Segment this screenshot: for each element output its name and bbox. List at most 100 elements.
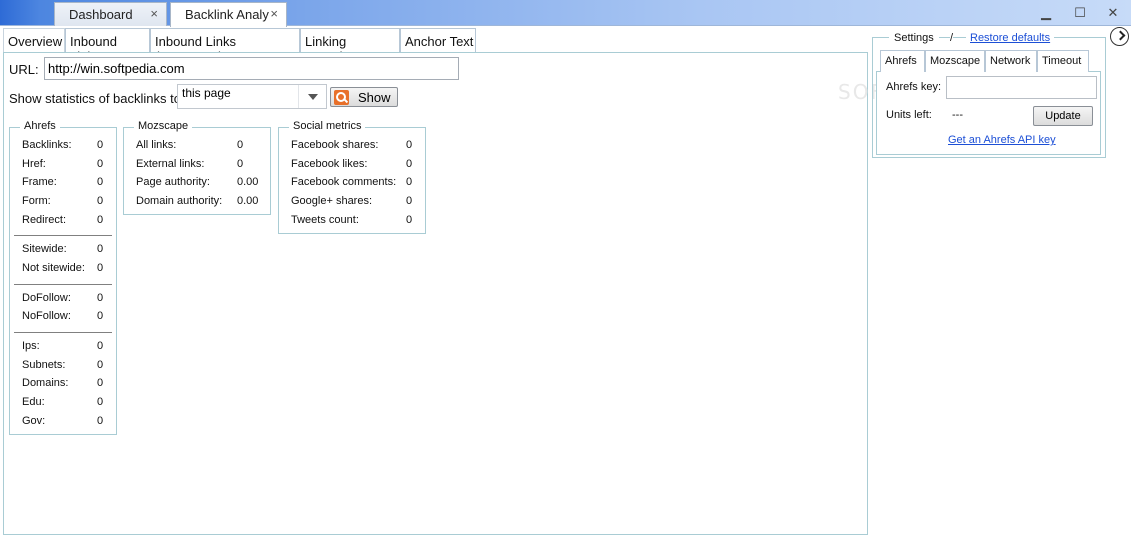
stat-row: NoFollow: — [22, 310, 71, 322]
divider — [14, 235, 112, 236]
search-icon — [334, 90, 349, 105]
stat-row: Backlinks: — [22, 139, 72, 151]
stat-value: 0 — [406, 195, 413, 207]
stat-label: Facebook comments: — [291, 176, 397, 188]
ahrefs-key-label: Ahrefs key: — [886, 81, 942, 93]
stat-row: Sitewide: — [22, 243, 67, 255]
tab-backlink-label: Backlink Analy — [185, 7, 269, 22]
minimize-icon[interactable]: ▁ — [1036, 5, 1056, 21]
stat-label: Facebook shares: — [291, 139, 379, 151]
stat-row: Frame: — [22, 176, 57, 188]
stat-value: 0 — [97, 396, 104, 408]
settings-title: Settings — [889, 32, 939, 44]
stats-target-value: this page — [182, 86, 231, 100]
settings-tab-timeout[interactable]: Timeout — [1037, 50, 1089, 72]
stat-value: 0 — [97, 262, 104, 274]
stat-label: Edu: — [22, 396, 45, 408]
stats-target-select[interactable]: this page — [177, 84, 327, 109]
divider — [14, 284, 112, 285]
stat-value: 0 — [97, 415, 104, 427]
stat-row: Edu: — [22, 396, 45, 408]
tab-dashboard-label: Dashboard — [69, 7, 133, 22]
settings-tab-network[interactable]: Network — [985, 50, 1037, 72]
tab-dashboard[interactable]: Dashboard × — [54, 2, 167, 26]
stat-row: Href: — [22, 158, 46, 170]
divider — [14, 332, 112, 333]
stat-label: Tweets count: — [291, 214, 359, 226]
stat-label: Redirect: — [22, 214, 67, 226]
stat-row: DoFollow: — [22, 292, 71, 304]
stat-value: 0 — [97, 243, 104, 255]
stat-row: Redirect: — [22, 214, 66, 226]
overview-panel — [3, 52, 868, 535]
url-label: URL: — [9, 62, 39, 77]
stat-label: Href: — [22, 158, 46, 170]
stat-value: 0 — [237, 139, 244, 151]
stat-row: Ips: — [22, 340, 40, 352]
get-api-key-link[interactable]: Get an Ahrefs API key — [948, 134, 1056, 146]
tab-overview[interactable]: Overview — [3, 28, 65, 53]
ahrefs-group-title: Ahrefs — [20, 120, 60, 132]
stat-value: 0 — [97, 292, 104, 304]
stat-value: 0 — [97, 176, 104, 188]
stat-label: Frame: — [22, 176, 57, 188]
stat-value: 0 — [97, 310, 104, 322]
stat-value: 0 — [97, 139, 104, 151]
stat-value: 0.00 — [237, 176, 259, 188]
close-tab-icon[interactable]: × — [270, 6, 278, 21]
stat-label: Domain authority: — [136, 195, 223, 207]
settings-tab-ahrefs[interactable]: Ahrefs — [880, 50, 925, 72]
close-tab-icon[interactable]: × — [150, 6, 158, 21]
stat-label: All links: — [136, 139, 177, 151]
tab-anchor-text[interactable]: Anchor Text — [400, 28, 476, 53]
close-window-icon[interactable]: ✕ — [1103, 5, 1123, 21]
stat-label: Domains: — [22, 377, 69, 389]
stat-value: 0 — [406, 139, 413, 151]
stat-label: Form: — [22, 195, 51, 207]
update-button[interactable]: Update — [1033, 106, 1093, 126]
restore-defaults-link[interactable]: Restore defaults — [966, 32, 1055, 44]
chevron-right-icon[interactable] — [1110, 27, 1129, 46]
stat-value: 0 — [406, 176, 413, 188]
stat-value: 0 — [97, 158, 104, 170]
stat-row: Subnets: — [22, 359, 65, 371]
stat-row: Form: — [22, 195, 51, 207]
stat-row: Not sitewide: — [22, 262, 85, 274]
url-input[interactable]: http://win.softpedia.com — [44, 57, 459, 80]
stat-value: 0 — [97, 195, 104, 207]
settings-tab-mozscape[interactable]: Mozscape — [925, 50, 985, 72]
tab-inbound-links[interactable]: Inbound Links — [65, 28, 150, 64]
stat-row: Domains: — [22, 377, 68, 389]
ahrefs-key-input[interactable] — [946, 76, 1097, 99]
mozscape-group-title: Mozscape — [134, 120, 193, 132]
stat-label: Gov: — [22, 415, 46, 427]
title-bar: Dashboard × Backlink Analy × ▁ ☐ ✕ — [0, 0, 1131, 27]
stat-value: 0 — [406, 214, 413, 226]
stat-value: 0 — [97, 359, 104, 371]
stat-value: 0 — [97, 377, 104, 389]
stat-label: Not sitewide: — [22, 262, 85, 274]
stat-row: Gov: — [22, 415, 45, 427]
stat-label: Facebook likes: — [291, 158, 368, 170]
stat-label: NoFollow: — [22, 310, 71, 322]
stat-label: Page authority: — [136, 176, 210, 188]
maximize-icon[interactable]: ☐ — [1070, 5, 1090, 21]
stat-label: External links: — [136, 158, 205, 170]
settings-slash: / — [950, 32, 954, 44]
stat-label: Subnets: — [22, 359, 66, 371]
units-left-label: Units left: — [886, 109, 932, 121]
stat-label: Ips: — [22, 340, 40, 352]
tab-linking-domains[interactable]: Linking Domains — [300, 28, 400, 64]
tab-inbound-links-mozscape[interactable]: Inbound Links (Mozscape) — [150, 28, 300, 64]
stat-value: 0 — [97, 340, 104, 352]
stat-label: Backlinks: — [22, 139, 72, 151]
show-button-label: Show — [358, 90, 391, 105]
chevron-down-icon[interactable] — [298, 85, 326, 108]
stats-target-label: Show statistics of backlinks to: — [9, 91, 185, 106]
show-button[interactable]: Show — [330, 87, 398, 107]
tab-backlink-analyzer[interactable]: Backlink Analy × — [170, 2, 287, 27]
units-left-value: --- — [952, 109, 963, 121]
social-group-title: Social metrics — [289, 120, 366, 132]
stat-label: DoFollow: — [22, 292, 71, 304]
stat-value: 0 — [237, 158, 244, 170]
